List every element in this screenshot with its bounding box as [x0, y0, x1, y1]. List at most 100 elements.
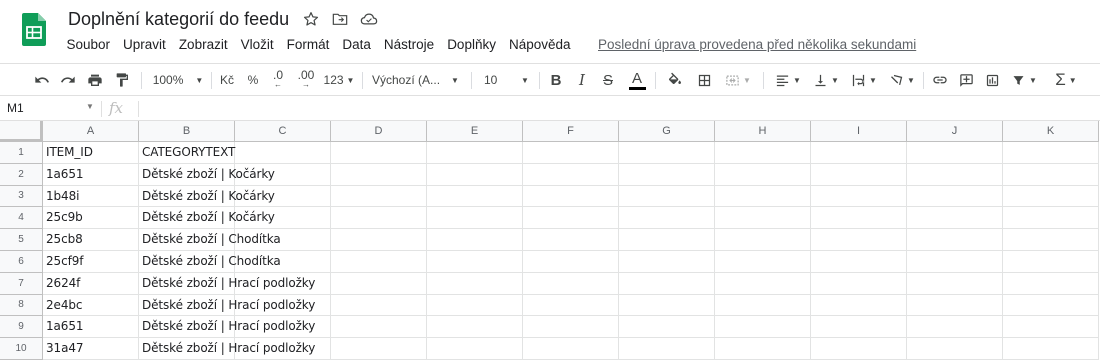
- cell-d1[interactable]: [331, 142, 427, 164]
- menu-format[interactable]: Formát: [280, 37, 336, 52]
- column-header-b[interactable]: B: [139, 121, 235, 142]
- cell-h6[interactable]: [715, 251, 811, 273]
- cell-j9[interactable]: [907, 316, 1003, 339]
- cell-e7[interactable]: [427, 272, 523, 295]
- cell-e2[interactable]: [427, 163, 523, 186]
- menu-data[interactable]: Data: [336, 37, 378, 52]
- cell-i2[interactable]: [811, 163, 907, 186]
- chevron-down-icon[interactable]: ▼: [86, 102, 94, 111]
- decrease-decimals-button[interactable]: .0 ←: [268, 64, 288, 96]
- cell-d7[interactable]: [331, 272, 427, 295]
- cell-a3[interactable]: 1b48i: [43, 185, 139, 208]
- cell-e1[interactable]: [427, 142, 523, 164]
- column-header-h[interactable]: H: [715, 121, 811, 142]
- cell-g8[interactable]: [619, 294, 715, 317]
- percent-format-button[interactable]: %: [243, 64, 263, 96]
- cell-j1[interactable]: [907, 142, 1003, 164]
- cell-i6[interactable]: [811, 251, 907, 273]
- column-header-f[interactable]: F: [523, 121, 619, 142]
- cell-j10[interactable]: [907, 338, 1003, 360]
- undo-icon[interactable]: [30, 64, 54, 96]
- cell-e4[interactable]: [427, 207, 523, 230]
- cell-i10[interactable]: [811, 338, 907, 360]
- cell-h5[interactable]: [715, 229, 811, 251]
- column-header-e[interactable]: E: [427, 121, 523, 142]
- cell-f2[interactable]: [523, 163, 619, 186]
- cell-a9[interactable]: 1a651: [43, 316, 139, 339]
- cell-k10[interactable]: [1003, 338, 1099, 360]
- cell-j8[interactable]: [907, 294, 1003, 317]
- more-formats-button[interactable]: 123 ▼: [322, 64, 356, 96]
- cell-e5[interactable]: [427, 229, 523, 251]
- column-header-g[interactable]: G: [619, 121, 715, 142]
- spreadsheet-grid[interactable]: A B C D E F G H I J K 1 ITEM_ID CATEGORYTEXT 2 1a651 Dět…: [0, 121, 1100, 362]
- star-icon[interactable]: [302, 10, 320, 28]
- cell-d8[interactable]: [331, 294, 427, 317]
- merge-cells-button[interactable]: ▼: [721, 64, 755, 96]
- cell-i1[interactable]: [811, 142, 907, 164]
- cloud-status-icon[interactable]: [360, 10, 378, 28]
- row-header[interactable]: 8: [0, 294, 43, 317]
- cell-b6[interactable]: Dětské zboží | Chodítka: [139, 251, 281, 273]
- cell-b7[interactable]: Dětské zboží | Hrací podložky: [139, 272, 315, 295]
- cell-e9[interactable]: [427, 316, 523, 339]
- cell-c6[interactable]: [235, 251, 331, 273]
- cell-a1[interactable]: ITEM_ID: [43, 142, 139, 164]
- cell-a10[interactable]: 31a47: [43, 338, 139, 360]
- cell-f1[interactable]: [523, 142, 619, 164]
- cell-j7[interactable]: [907, 272, 1003, 295]
- column-header-c[interactable]: C: [235, 121, 331, 142]
- cell-d6[interactable]: [331, 251, 427, 273]
- row-header[interactable]: 2: [0, 163, 43, 186]
- select-all-corner[interactable]: [0, 121, 43, 142]
- cell-h10[interactable]: [715, 338, 811, 360]
- cell-a2[interactable]: 1a651: [43, 163, 139, 186]
- cell-d4[interactable]: [331, 207, 427, 230]
- cell-g4[interactable]: [619, 207, 715, 230]
- menu-edit[interactable]: Upravit: [117, 37, 173, 52]
- cell-k5[interactable]: [1003, 229, 1099, 251]
- cell-d9[interactable]: [331, 316, 427, 339]
- column-header-a[interactable]: A: [43, 121, 139, 142]
- cell-b3[interactable]: Dětské zboží | Kočárky: [139, 185, 275, 208]
- cell-k9[interactable]: [1003, 316, 1099, 339]
- italic-button[interactable]: I: [571, 64, 593, 96]
- column-header-i[interactable]: I: [811, 121, 907, 142]
- cell-h4[interactable]: [715, 207, 811, 230]
- cell-c9[interactable]: [235, 316, 331, 339]
- cell-b4[interactable]: Dětské zboží | Kočárky: [139, 207, 275, 230]
- insert-link-icon[interactable]: [928, 64, 952, 96]
- column-header-j[interactable]: J: [907, 121, 1003, 142]
- cell-g2[interactable]: [619, 163, 715, 186]
- cell-j5[interactable]: [907, 229, 1003, 251]
- cell-a5[interactable]: 25cb8: [43, 229, 139, 251]
- cell-a8[interactable]: 2e4bc: [43, 294, 139, 317]
- column-header-k[interactable]: K: [1003, 121, 1099, 142]
- cell-i3[interactable]: [811, 185, 907, 208]
- paint-format-icon[interactable]: [110, 64, 134, 96]
- cell-f8[interactable]: [523, 294, 619, 317]
- cell-g9[interactable]: [619, 316, 715, 339]
- zoom-select[interactable]: 100% ▼: [150, 64, 206, 96]
- column-header-d[interactable]: D: [331, 121, 427, 142]
- cell-b2[interactable]: Dětské zboží | Kočárky: [139, 163, 275, 186]
- cell-d2[interactable]: [331, 163, 427, 186]
- name-box[interactable]: M1: [0, 97, 100, 120]
- cell-k8[interactable]: [1003, 294, 1099, 317]
- cell-h2[interactable]: [715, 163, 811, 186]
- formula-input[interactable]: [142, 97, 1100, 120]
- cell-h3[interactable]: [715, 185, 811, 208]
- cell-c7[interactable]: [235, 272, 331, 295]
- cell-f10[interactable]: [523, 338, 619, 360]
- font-family-select[interactable]: Výchozí (A... ▼: [372, 64, 464, 96]
- cell-a6[interactable]: 25cf9f: [43, 251, 139, 273]
- row-header[interactable]: 1: [0, 142, 43, 164]
- cell-g10[interactable]: [619, 338, 715, 360]
- cell-k6[interactable]: [1003, 251, 1099, 273]
- cell-c4[interactable]: [235, 207, 331, 230]
- cell-e8[interactable]: [427, 294, 523, 317]
- insert-chart-icon[interactable]: [980, 64, 1004, 96]
- font-size-select[interactable]: 10 ▼: [476, 64, 534, 96]
- menu-file[interactable]: Soubor: [60, 37, 117, 52]
- borders-icon[interactable]: [692, 64, 716, 96]
